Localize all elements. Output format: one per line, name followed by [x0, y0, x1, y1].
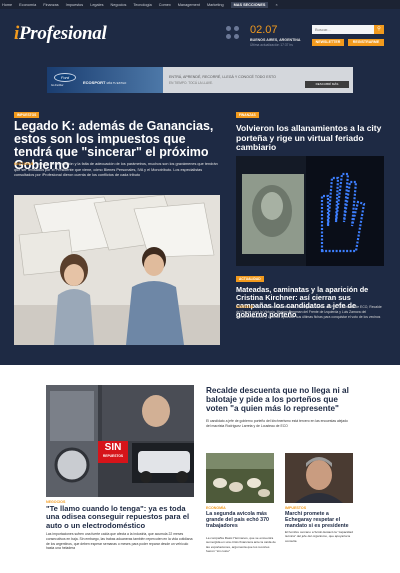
nav-item-tecnologia[interactable]: Tecnología	[133, 3, 151, 7]
negocios-image[interactable]: SIN REPUESTOS	[46, 385, 194, 497]
economia-summary: La compañía Rasic Hermanos, que se encue…	[206, 536, 276, 553]
logo[interactable]: iProfesional	[14, 23, 107, 45]
page: { "topnav": { "items": ["Home","Economía…	[0, 0, 400, 573]
nav-item-management[interactable]: Management	[178, 3, 200, 7]
nav-item-impuestos[interactable]: Impuestos	[66, 3, 84, 7]
negocios-title[interactable]: "Te llamo cuando lo tenga": ya es toda u…	[46, 504, 196, 530]
impuestos-summary: El hombre cercano a Scioli destacó la "c…	[285, 530, 353, 543]
nav-item-legales[interactable]: Legales	[90, 3, 103, 7]
ford-tagline: Go Further	[51, 84, 64, 87]
lead-summary: 02/07/2015 Producto de la inflación y la…	[14, 162, 218, 177]
dollar-bill-hand-image	[236, 156, 384, 266]
newsletter-button[interactable]: NEWSLETTER	[312, 39, 344, 46]
economia-title[interactable]: La segunda avicola más grande del país e…	[206, 511, 276, 529]
side2-tag[interactable]: ACTUALIDAD	[236, 276, 264, 282]
twitter-icon[interactable]	[234, 26, 239, 31]
man-portrait-image	[285, 453, 353, 503]
weather-city: BUENOS AIRES, ARGENTINA	[250, 38, 301, 42]
side1-title[interactable]: Volvieron los allanamientos a la city po…	[236, 123, 388, 153]
last-update: Última actualización 17:37 hs	[250, 43, 293, 47]
ad-car-area: Ford Go Further ECOSPORT MÁS TU ESTILO	[47, 67, 163, 93]
weather-temperature: 02.07	[250, 24, 278, 36]
nav-more-sections[interactable]: MAS SECCIONES	[230, 1, 269, 8]
sin-repuestos-badge: SIN REPUESTOS	[98, 441, 128, 463]
ad-headline: ENTRÁ, APRENDÉ, RECORRÉ, LLEGÁ Y CONOCÉ …	[169, 75, 276, 79]
nav-item-marketing[interactable]: Marketing	[207, 3, 224, 7]
negocios-summary: Las importaciones sufren una fuerte caíd…	[46, 532, 193, 551]
ad-cta-button[interactable]: DESCUBRÍ MÁS	[305, 81, 349, 88]
couple-with-bills-illustration	[14, 195, 220, 345]
impuestos-image[interactable]	[285, 453, 353, 503]
ad-banner[interactable]: Ford Go Further ECOSPORT MÁS TU ESTILO E…	[47, 67, 353, 93]
poultry-farm-image	[206, 453, 274, 503]
side1-tag[interactable]: FINANZAS	[236, 112, 259, 118]
lead-tag[interactable]: IMPUESTOS	[14, 112, 40, 118]
social-icons	[226, 26, 240, 40]
recalde-title[interactable]: Recalde descuenta que no llega ni al bal…	[206, 386, 356, 414]
ad-model: ECOSPORT MÁS TU ESTILO	[83, 80, 127, 85]
top-navigation: Home Economía Finanzas Impuestos Legales…	[0, 0, 400, 9]
side1-image[interactable]	[236, 156, 384, 266]
search-input[interactable]	[312, 25, 374, 34]
ford-logo: Ford	[54, 73, 76, 82]
nav-item-comex[interactable]: Comex	[159, 3, 171, 7]
economia-tag[interactable]: ECONOMÍA	[206, 506, 226, 510]
economia-image[interactable]	[206, 453, 274, 503]
register-button[interactable]: REGISTRARME	[348, 39, 384, 46]
impuestos-title[interactable]: Marchi promete a Echegaray respetar el m…	[285, 511, 355, 529]
recalde-summary: El candidato a jefe de gobierno porteño …	[206, 419, 348, 428]
ad-subline: EN TIEMPO. TOCÁ LA LLAVE.	[169, 81, 214, 85]
nav-item-home[interactable]: Home	[2, 3, 12, 7]
nav-item-economia[interactable]: Economía	[19, 3, 36, 7]
site-header: iProfesional 02.07 BUENOS AIRES, ARGENTI…	[0, 9, 400, 53]
nav-item-negocios[interactable]: Negocios	[111, 3, 127, 7]
impuestos-tag[interactable]: IMPUESTOS	[285, 506, 306, 510]
facebook-icon[interactable]	[226, 26, 231, 31]
side2-summary: 02/07/2015 A horas de la veda electoral,…	[236, 305, 382, 319]
nav-close-icon[interactable]: ×	[275, 3, 277, 7]
lead-image[interactable]	[14, 195, 220, 345]
rss-icon[interactable]	[234, 34, 239, 39]
linkedin-icon[interactable]	[226, 34, 231, 39]
search-icon[interactable]: ⚲	[374, 25, 384, 34]
nav-item-finanzas[interactable]: Finanzas	[43, 3, 58, 7]
